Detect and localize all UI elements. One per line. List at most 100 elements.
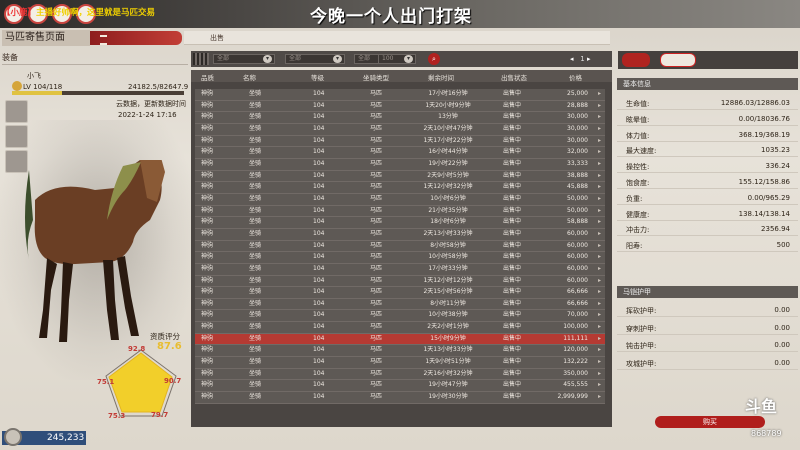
stat-value: 500	[776, 241, 790, 250]
table-row[interactable]: 神驹 坐骑 104 马匹 19小时30分钟 出售中 2,999,999 ▸	[195, 392, 605, 404]
page-title: 马匹寄售页面	[2, 30, 90, 46]
col-remaining-time[interactable]: 剩余时间	[428, 72, 454, 82]
stat-label: 饱食度:	[626, 179, 650, 187]
table-cell: 出售中	[503, 381, 522, 389]
stat-value: 0.00/18036.76	[738, 114, 790, 123]
table-cell: 神驹	[201, 346, 214, 354]
table-row[interactable]: 神驹 坐骑 104 马匹 1天12小时12分钟 出售中 60,000 ▸	[195, 275, 605, 288]
table-cell: 马匹	[370, 276, 383, 284]
horse-image	[25, 160, 165, 342]
row-arrow-icon: ▸	[597, 393, 601, 401]
quality-dropdown[interactable]: 全部 ▾	[213, 54, 275, 64]
row-arrow-icon: ▸	[597, 159, 601, 167]
col-name[interactable]: 名称	[243, 72, 256, 82]
saddle-slot-icon[interactable]	[5, 100, 28, 123]
table-cell: 出售中	[503, 218, 522, 226]
count-dropdown[interactable]: 100 ▾	[378, 54, 416, 64]
table-row[interactable]: 神驹 坐骑 104 马匹 2天9小时5分钟 出售中 38,888 ▸	[195, 170, 605, 183]
row-arrow-icon: ▸	[597, 253, 601, 261]
table-row[interactable]: 神驹 坐骑 104 马匹 10小时38分钟 出售中 70,000 ▸	[195, 310, 605, 323]
table-cell: 出售中	[503, 159, 522, 167]
col-quality[interactable]: 品质	[201, 72, 214, 82]
table-cell: 坐骑	[249, 136, 262, 144]
table-cell: 28,888	[567, 101, 588, 109]
table-cell: 神驹	[201, 90, 214, 97]
col-sale-status[interactable]: 出售状态	[501, 72, 527, 82]
table-row[interactable]: 神驹 坐骑 104 马匹 1天12小时32分钟 出售中 45,888 ▸	[195, 182, 605, 194]
horse-info-tab[interactable]	[622, 53, 650, 67]
table-cell: 104	[313, 113, 325, 121]
table-row[interactable]: 神驹 坐骑 104 马匹 18小时6分钟 出售中 58,888 ▸	[195, 217, 605, 229]
table-cell: 出售中	[503, 101, 522, 109]
table-row[interactable]: 神驹 坐骑 104 马匹 2天16小时32分钟 出售中 350,000 ▸	[195, 368, 605, 381]
table-cell: 神驹	[201, 393, 214, 401]
table-row[interactable]: 神驹 坐骑 104 马匹 13分钟 出售中 30,000 ▸	[195, 112, 605, 124]
table-row[interactable]: 神驹 坐骑 104 马匹 8小时11分钟 出售中 66,666 ▸	[195, 298, 605, 311]
table-cell: 2天2小时1分钟	[427, 323, 469, 331]
table-cell: 出售中	[503, 253, 522, 261]
consign-tab[interactable]	[90, 31, 182, 45]
equipment-tab[interactable]	[660, 53, 696, 67]
table-row[interactable]: 神驹 坐骑 104 马匹 2天13小时33分钟 出售中 60,000 ▸	[195, 228, 605, 241]
table-cell: 455,555	[563, 381, 588, 389]
table-cell: 出售中	[503, 194, 522, 202]
table-row[interactable]: 神驹 坐骑 104 马匹 19小时47分钟 出售中 455,555 ▸	[195, 380, 605, 393]
stream-marquee: 【小鹿】主播好帅啊，这里就是马匹交易	[2, 8, 156, 18]
table-row[interactable]: 神驹 坐骑 104 马匹 1天13小时33分钟 出售中 120,000 ▸	[195, 345, 605, 358]
table-cell: 60,000	[567, 241, 588, 249]
table-row[interactable]: 神驹 坐骑 104 马匹 10小时58分钟 出售中 60,000 ▸	[195, 252, 605, 264]
table-cell: 132,222	[563, 358, 588, 366]
table-cell: 马匹	[370, 288, 383, 296]
table-row[interactable]: 神驹 坐骑 104 马匹 17小时16分钟 出售中 25,000 ▸	[195, 89, 605, 101]
table-cell: 马匹	[370, 346, 383, 354]
table-cell: 神驹	[201, 334, 214, 342]
table-cell: 坐骑	[249, 113, 262, 121]
table-cell: 出售中	[503, 183, 522, 191]
table-row[interactable]: 神驹 坐骑 104 马匹 21小时35分钟 出售中 50,000 ▸	[195, 205, 605, 218]
table-row[interactable]: 神驹 坐骑 104 马匹 15小时9分钟 出售中 111,111 ▸	[195, 333, 605, 346]
table-cell: 马匹	[370, 323, 383, 331]
table-cell: 神驹	[201, 171, 214, 179]
table-cell: 120,000	[563, 346, 588, 354]
table-row[interactable]: 神驹 坐骑 104 马匹 8小时58分钟 出售中 60,000 ▸	[195, 240, 605, 253]
type-dropdown[interactable]: 全部 ▾	[285, 54, 345, 64]
table-row[interactable]: 神驹 坐骑 104 马匹 16小时44分钟 出售中 32,000 ▸	[195, 147, 605, 159]
table-row[interactable]: 神驹 坐骑 104 马匹 17小时33分钟 出售中 60,000 ▸	[195, 263, 605, 276]
table-row[interactable]: 神驹 坐骑 104 马匹 10小时6分钟 出售中 50,000 ▸	[195, 193, 605, 206]
stat-row: 操控性: 336.24	[617, 158, 798, 174]
prev-page-icon[interactable]: ◂	[570, 55, 578, 63]
table-row[interactable]: 神驹 坐骑 104 马匹 1天17小时22分钟 出售中 30,000 ▸	[195, 135, 605, 148]
table-cell: 出售中	[503, 90, 522, 97]
table-cell: 马匹	[370, 299, 383, 307]
table-row[interactable]: 神驹 坐骑 104 马匹 2天2小时1分钟 出售中 100,000 ▸	[195, 322, 605, 334]
table-cell: 104	[313, 323, 325, 331]
table-cell: 17小时33分钟	[428, 264, 468, 272]
table-cell: 100,000	[563, 323, 588, 331]
row-arrow-icon: ▸	[597, 381, 601, 389]
table-row[interactable]: 神驹 坐骑 104 马匹 1天20小时9分钟 出售中 28,888 ▸	[195, 100, 605, 113]
table-cell: 19小时30分钟	[428, 393, 468, 401]
row-arrow-icon: ▸	[597, 206, 601, 214]
table-row[interactable]: 神驹 坐骑 104 马匹 2天10小时47分钟 出售中 30,000 ▸	[195, 123, 605, 136]
table-cell: 2天10小时47分钟	[423, 124, 473, 132]
stat-label: 穿刺护甲:	[626, 324, 657, 333]
armor-slot-icon[interactable]	[5, 125, 28, 148]
table-cell: 104	[313, 90, 325, 97]
stat-label: 健康度:	[626, 210, 650, 219]
col-mount-type[interactable]: 坐骑类型	[363, 72, 389, 82]
col-level[interactable]: 等级	[311, 72, 324, 82]
table-cell: 出售中	[503, 358, 522, 366]
buy-button[interactable]: 购买	[655, 416, 765, 428]
table-row[interactable]: 神驹 坐骑 104 马匹 1天9小时51分钟 出售中 132,222 ▸	[195, 357, 605, 369]
search-icon[interactable]: ⌕	[428, 53, 440, 65]
stream-title-banner: 今晚一个人出门打架	[310, 7, 472, 27]
table-cell: 111,111	[563, 334, 588, 342]
table-row[interactable]: 神驹 坐骑 104 马匹 19小时22分钟 出售中 33,333 ▸	[195, 158, 605, 171]
table-cell: 1天20小时9分钟	[425, 101, 471, 109]
table-row[interactable]: 神驹 坐骑 104 马匹 2天15小时56分钟 出售中 66,666 ▸	[195, 287, 605, 299]
next-page-icon[interactable]: ▸	[587, 55, 595, 63]
sell-tab[interactable]: 出售	[184, 31, 610, 45]
table-cell: 104	[313, 381, 325, 389]
col-price[interactable]: 价格	[569, 72, 582, 82]
table-cell: 马匹	[370, 229, 383, 237]
